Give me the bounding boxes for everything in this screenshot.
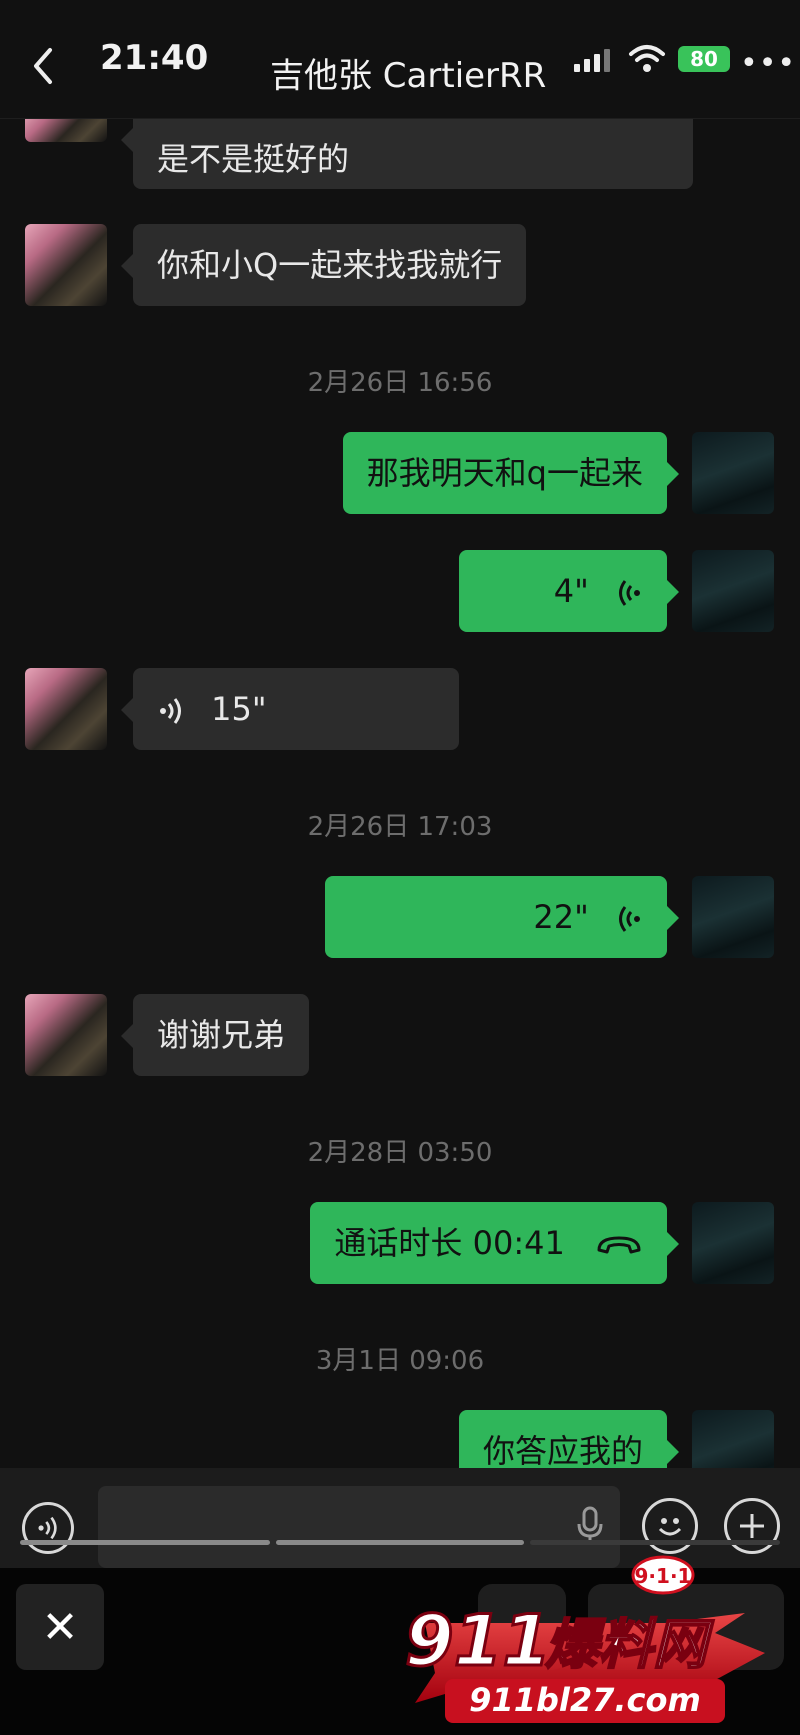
timestamp: 2月28日 03:50 bbox=[307, 1138, 493, 1168]
progress-segment bbox=[530, 1540, 780, 1545]
my-avatar[interactable] bbox=[692, 876, 774, 958]
voice-wave-icon bbox=[619, 580, 640, 606]
plus-icon[interactable] bbox=[724, 1498, 780, 1554]
received-message[interactable]: 谢谢兄弟 bbox=[120, 994, 310, 1076]
timestamp: 3月1日 09:06 bbox=[315, 1346, 485, 1376]
message-text: 谢谢兄弟 bbox=[157, 1016, 286, 1054]
voice-duration: 22" bbox=[533, 898, 589, 936]
received-voice-message[interactable]: 15" bbox=[121, 668, 459, 750]
svg-text:爆料网: 爆料网 bbox=[545, 1613, 715, 1676]
site-watermark-logo: 9·1·1 911 爆料网 911bl27.com bbox=[404, 1555, 765, 1723]
contact-avatar[interactable] bbox=[25, 668, 107, 750]
sent-message[interactable]: 你答应我的 bbox=[458, 1410, 680, 1468]
received-message[interactable]: 是不是挺好的 bbox=[121, 118, 693, 189]
received-message[interactable]: 你和小Q一起来找我就行 bbox=[120, 224, 527, 306]
chat-history[interactable]: 是不是挺好的 你和小Q一起来找我就行 2月26日 16:56 那我明天和q一起来… bbox=[0, 118, 800, 1468]
emoji-icon[interactable] bbox=[642, 1498, 698, 1554]
message-text: 你和小Q一起来找我就行 bbox=[157, 246, 503, 284]
wifi-icon bbox=[629, 45, 665, 72]
phone-icon bbox=[597, 1236, 641, 1254]
back-icon[interactable] bbox=[28, 46, 58, 86]
my-avatar[interactable] bbox=[692, 432, 774, 514]
voice-wave-icon bbox=[619, 906, 640, 932]
my-avatar[interactable] bbox=[692, 1410, 774, 1468]
voice-duration: 4" bbox=[553, 572, 589, 610]
top-bar: 21:40 吉他张 CartierRR 80 ••• bbox=[0, 0, 800, 119]
chat-title: 吉他张 CartierRR bbox=[270, 56, 547, 96]
message-text: 是不是挺好的 bbox=[157, 140, 350, 178]
voice-wave-icon bbox=[160, 698, 181, 724]
my-avatar[interactable] bbox=[692, 550, 774, 632]
svg-text:911bl27.com: 911bl27.com bbox=[469, 1681, 701, 1719]
more-icon[interactable]: ••• bbox=[740, 46, 796, 81]
voice-duration: 15" bbox=[211, 690, 267, 728]
signal-icon bbox=[574, 49, 610, 72]
timestamp: 2月26日 16:56 bbox=[307, 368, 493, 398]
message-text: 你答应我的 bbox=[482, 1432, 643, 1468]
contact-avatar[interactable] bbox=[25, 224, 107, 306]
message-text: 通话时长 00:41 bbox=[334, 1224, 565, 1262]
sent-voice-message[interactable]: 22" bbox=[325, 876, 679, 958]
progress-segment bbox=[276, 1540, 524, 1545]
timestamp: 2月26日 17:03 bbox=[307, 812, 493, 842]
contact-avatar[interactable] bbox=[25, 118, 107, 142]
svg-text:911: 911 bbox=[405, 1600, 551, 1682]
svg-text:9·1·1: 9·1·1 bbox=[635, 1564, 692, 1588]
close-icon[interactable]: ✕ bbox=[16, 1584, 104, 1670]
my-avatar[interactable] bbox=[692, 1202, 774, 1284]
contact-avatar[interactable] bbox=[25, 994, 107, 1076]
progress-segment bbox=[20, 1540, 270, 1545]
sent-voice-message[interactable]: 4" bbox=[459, 550, 679, 632]
sent-message[interactable]: 那我明天和q一起来 bbox=[342, 432, 680, 514]
call-record-message[interactable]: 通话时长 00:41 bbox=[310, 1202, 679, 1284]
status-time: 21:40 bbox=[100, 38, 209, 78]
message-text: 那我明天和q一起来 bbox=[366, 454, 643, 492]
battery-icon: 80 bbox=[678, 46, 730, 72]
voice-input-icon[interactable] bbox=[22, 1502, 74, 1554]
